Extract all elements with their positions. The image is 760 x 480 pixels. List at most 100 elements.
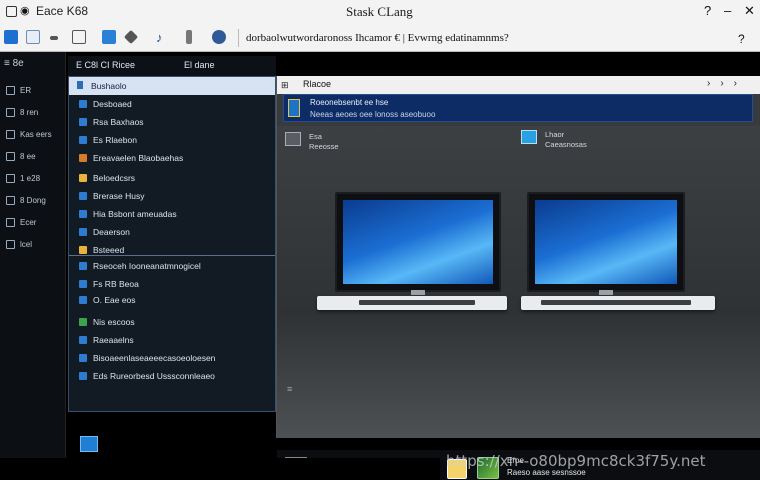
main-window-titlebar: ⊞ Rlacoe ››› (277, 76, 760, 94)
file-name: Esa (309, 132, 322, 141)
nav-item-label: Nis escoos (93, 317, 135, 327)
rail-item[interactable]: ER (6, 86, 31, 95)
pin-icon[interactable]: ◉ (20, 4, 30, 17)
rail-item[interactable]: 8 ren (6, 108, 38, 117)
file-item-text: Lhaor Caeasnosas (545, 130, 587, 150)
quick-toolbar: ♪ dorbaolwutwordaronoss Ihcamor € | Evwr… (0, 26, 760, 50)
globe-icon[interactable] (212, 30, 226, 44)
nav-item[interactable]: Eds Rureorbesd Usssconnleaeo (79, 371, 215, 381)
app-title: Eace K68 (36, 4, 89, 18)
nav-item[interactable]: Fs RB Beoa (79, 279, 139, 289)
monitor-right (521, 192, 715, 318)
nav-item-icon (79, 192, 87, 200)
rail-item[interactable]: lcel (6, 240, 32, 249)
nav-item-label: Deaerson (93, 227, 130, 237)
nav-item[interactable]: Nis escoos (79, 317, 135, 327)
window-icon: ⊞ (281, 80, 289, 90)
file-icon[interactable] (186, 30, 192, 44)
start-icon[interactable] (80, 436, 98, 452)
rail-item[interactable]: 8 Dong (6, 196, 46, 205)
rail-item-icon (6, 174, 15, 183)
tag-icon[interactable] (123, 29, 139, 45)
info-banner-line1: Roeonebsenbt ee hse (310, 98, 389, 107)
nav-header: E C8l CI Ricee El dane (68, 56, 276, 76)
app-icon (6, 6, 17, 17)
folder-icon[interactable] (26, 30, 40, 44)
nav-item-icon (79, 154, 87, 162)
navigation-pane: Bushaolo Desboaed Rsa Baxhaos Es Rlaebon… (68, 76, 276, 412)
nav-item[interactable]: Bsteeed (79, 245, 124, 255)
nav-item[interactable]: Desboaed (79, 99, 132, 109)
nav-item[interactable]: Ereavaelen Blaobaehas (79, 153, 183, 163)
nav-item[interactable]: Hia Bsbont ameuadas (79, 209, 177, 219)
rail-item-icon (6, 196, 15, 205)
nav-item-label: Eds Rureorbesd Usssconnleaeo (93, 371, 215, 381)
nav-item-label: Bushaolo (91, 81, 127, 91)
nav-item-label: Brerase Husy (93, 191, 145, 201)
nav-item-icon (79, 354, 87, 362)
rail-item-label: 8 ee (20, 152, 36, 161)
nav-item[interactable]: O. Eae eos (79, 295, 136, 305)
nav-item-icon (79, 228, 87, 236)
window-controls[interactable]: ››› (707, 78, 747, 89)
monitor-left (317, 192, 507, 318)
home-icon[interactable] (102, 30, 116, 44)
rail-item[interactable]: 1 e28 (6, 174, 40, 183)
nav-item-label: Bsteeed (93, 245, 125, 255)
rail-item-icon (6, 240, 15, 249)
file-icon (521, 130, 537, 144)
address-text[interactable]: dorbaolwutwordaronoss Ihcamor € | Evwrng… (246, 32, 509, 44)
nav-item[interactable]: Rseoceh Iooneanatmnogicel (79, 261, 201, 271)
keyboard (541, 300, 691, 305)
nav-item-icon (79, 136, 87, 144)
nav-item[interactable]: Beloedcsrs (79, 173, 135, 183)
rail-item-label: Ecer (20, 218, 37, 227)
rail-item[interactable]: 8 ee (6, 152, 36, 161)
nav-item[interactable]: Rsa Baxhaos (79, 117, 144, 127)
nav-item[interactable]: Bisoaeenlaseaeeecasoeoloesen (79, 353, 215, 363)
info-banner: Roeonebsenbt ee hse Neeas aeoes oee lono… (283, 94, 753, 122)
nav-item-icon (79, 296, 87, 304)
music-icon[interactable]: ♪ (156, 30, 170, 45)
nav-item-label: Rseoceh Iooneanatmnogicel (93, 261, 201, 271)
nav-item-icon (79, 262, 87, 270)
resize-grip-icon[interactable]: ≡ (287, 384, 292, 394)
minus-icon[interactable] (50, 36, 58, 40)
nav-item-icon (77, 81, 83, 89)
nav-item[interactable]: Deaerson (79, 227, 130, 237)
rail-item-label: ER (20, 86, 32, 95)
monitor-screen (335, 192, 501, 292)
file-item-text: Esa Reeosse (309, 132, 339, 152)
nav-item[interactable]: Raeaaelns (79, 335, 134, 345)
rail-item-icon (6, 130, 15, 139)
bottom-strip (0, 458, 440, 480)
folder-icon (79, 174, 87, 182)
rail-item[interactable]: Ecer (6, 218, 36, 227)
nav-item[interactable]: Brerase Husy (79, 191, 145, 201)
help-button[interactable]: ? (704, 3, 711, 18)
file-detail: Caeasnosas (545, 140, 587, 149)
nav-item-label: Desboaed (93, 99, 132, 109)
info-banner-icon (288, 99, 300, 117)
tools-icon[interactable] (72, 30, 86, 44)
nav-item-label: Bisoaeenlaseaeeecasoeoloesen (93, 353, 216, 363)
main-window-title: Rlacoe (303, 79, 332, 89)
rail-item[interactable]: Kas eers (6, 130, 52, 139)
file-item[interactable]: Esa Reeosse (285, 132, 339, 152)
nav-item[interactable]: Es Rlaebon (79, 135, 137, 145)
left-rail: ≡ 8e ER 8 ren Kas eers 8 ee 1 e28 8 Dong… (0, 52, 66, 458)
nav-item-label: Es Rlaebon (93, 135, 137, 145)
minimize-button[interactable]: – (724, 3, 731, 18)
file-icon (285, 132, 301, 146)
rail-item-label: lcel (20, 240, 33, 249)
nav-item-icon (79, 118, 87, 126)
nav-item-selected[interactable]: Bushaolo (69, 77, 275, 95)
close-button[interactable]: ✕ (744, 3, 755, 19)
back-icon[interactable] (4, 30, 18, 44)
keyboard (359, 300, 475, 305)
search-help-icon[interactable]: ? (738, 32, 745, 46)
file-item[interactable]: Lhaor Caeasnosas (521, 130, 587, 150)
nav-item-icon (79, 100, 87, 108)
nav-item-label: Hia Bsbont ameuadas (93, 209, 177, 219)
nav-item-icon (79, 318, 87, 326)
